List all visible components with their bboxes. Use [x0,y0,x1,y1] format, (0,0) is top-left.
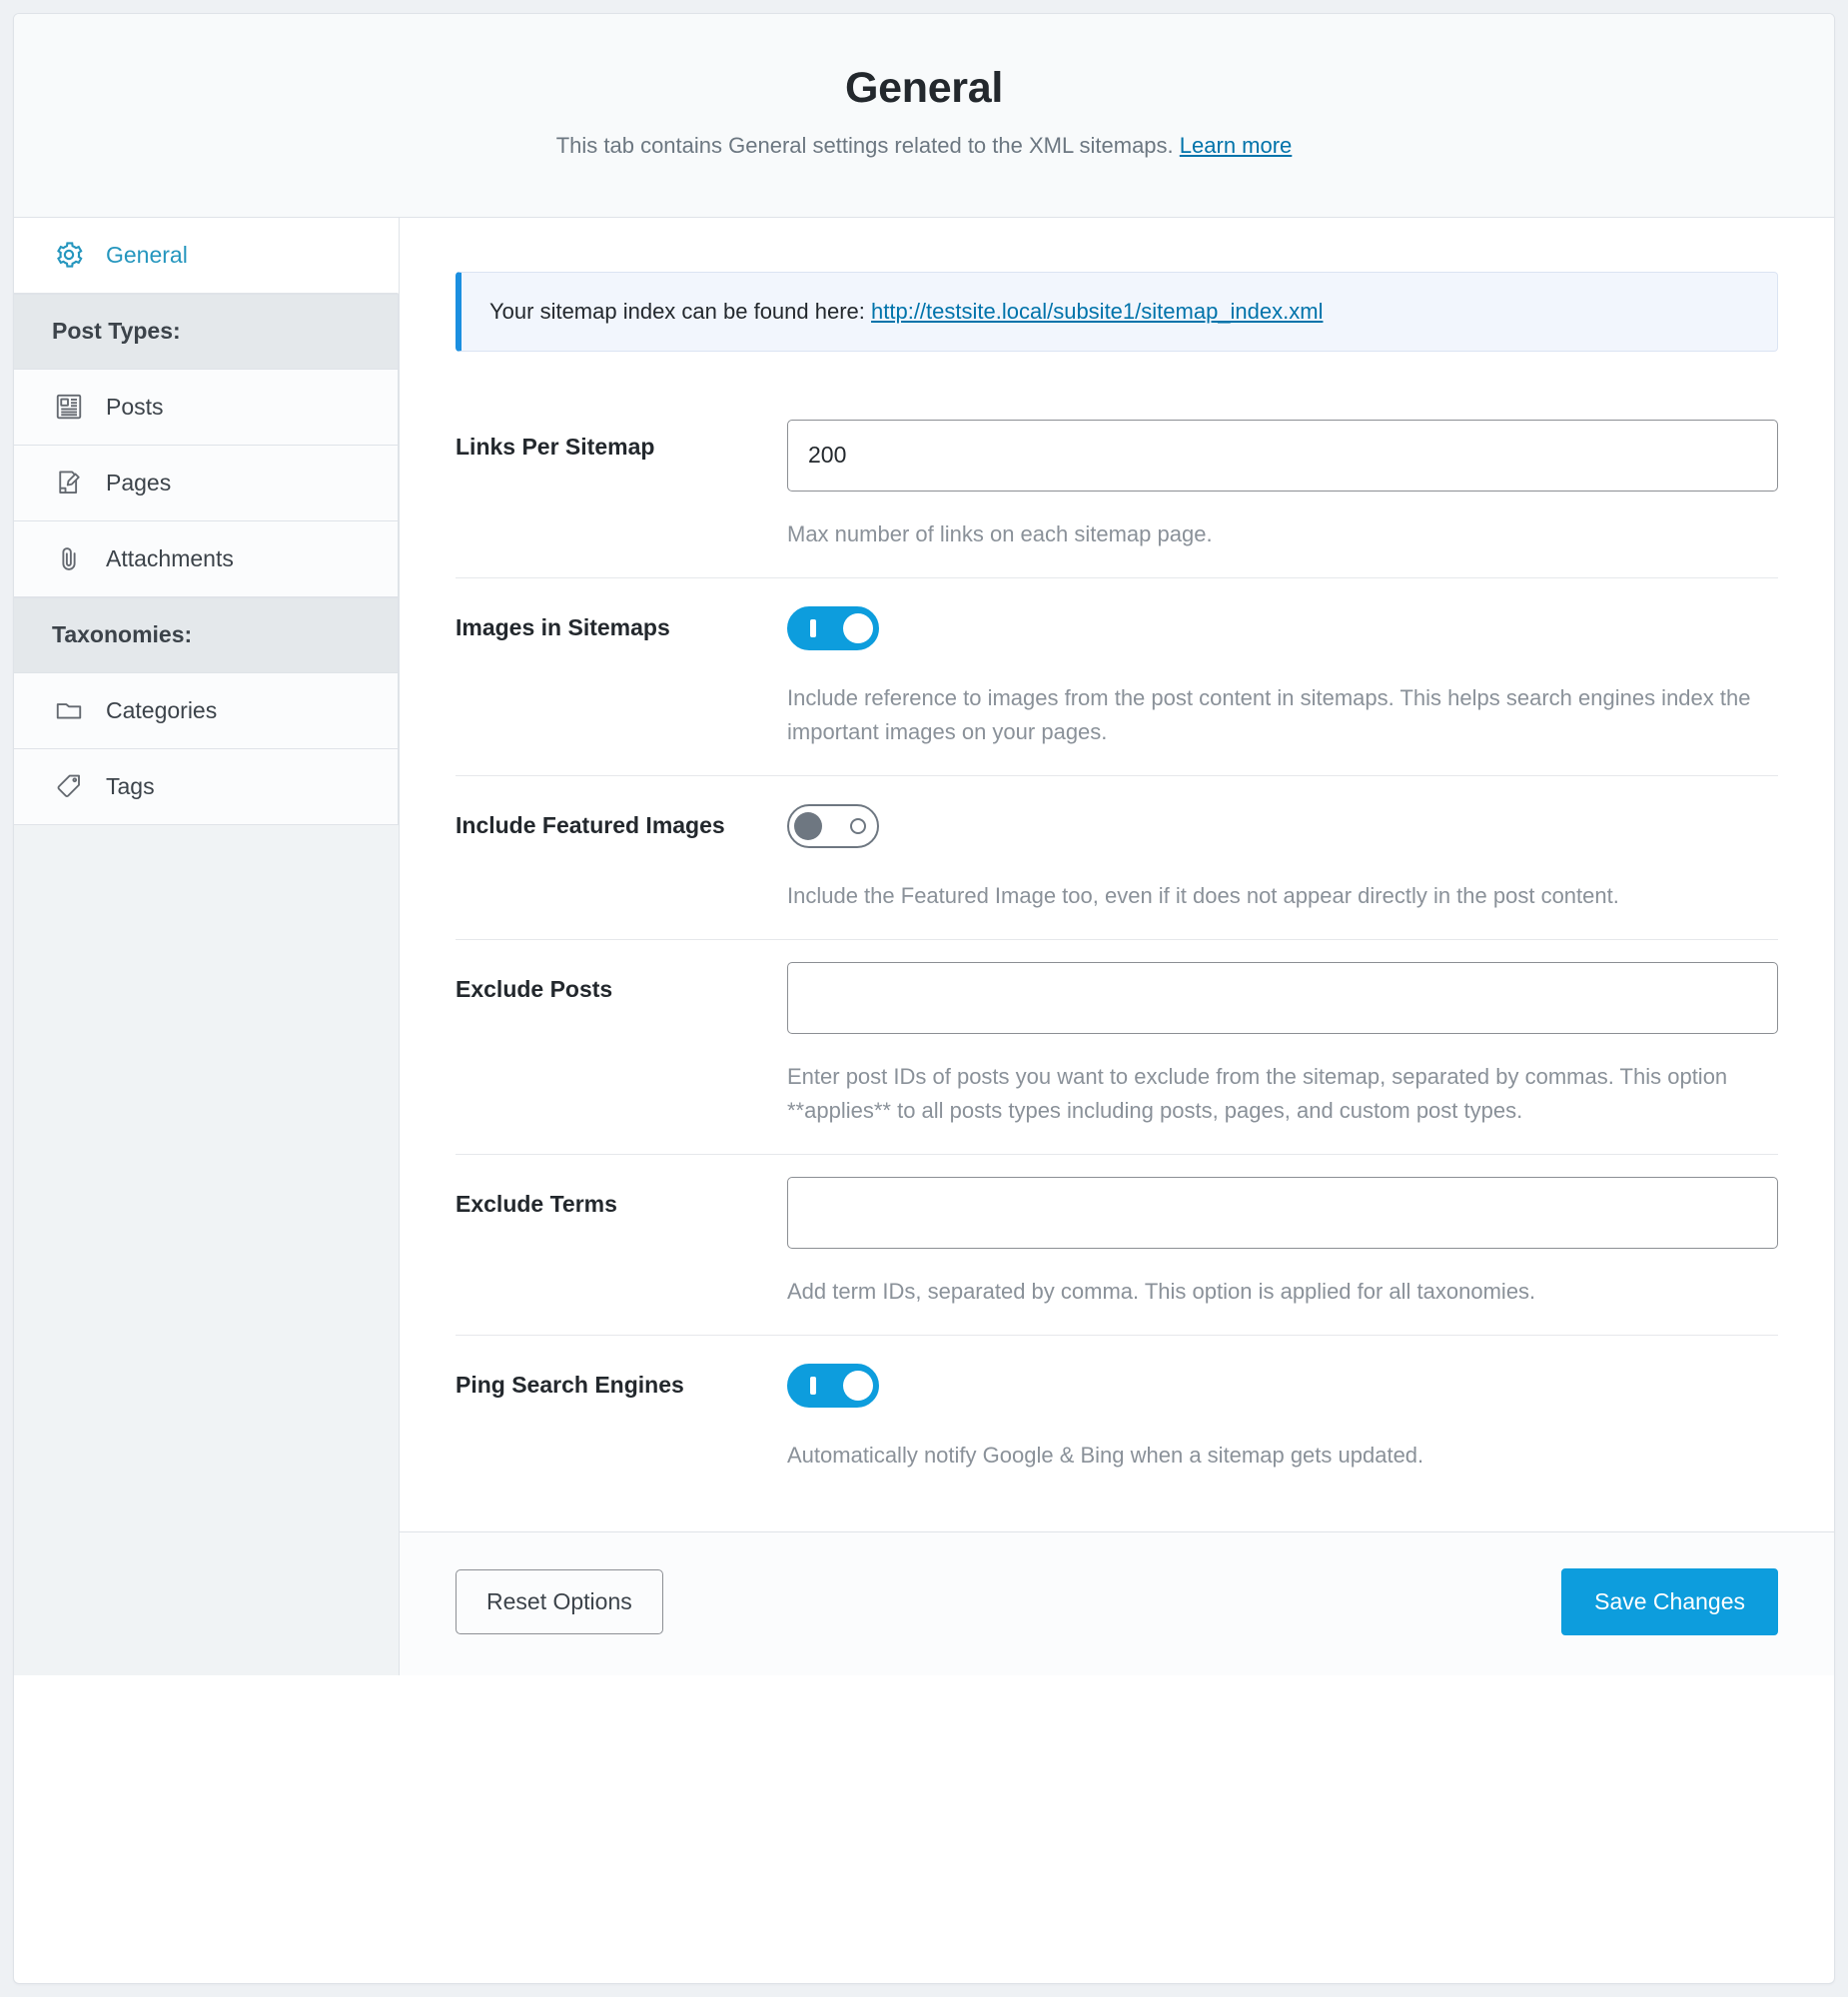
sidebar-item-tags[interactable]: Tags [14,748,399,825]
setting-row-exclude-posts: Exclude Posts Enter post IDs of posts yo… [456,939,1778,1154]
exclude-posts-input[interactable] [787,962,1778,1035]
exclude-terms-input[interactable] [787,1177,1778,1250]
images-in-sitemaps-toggle[interactable] [787,605,879,650]
sidebar-item-pages[interactable]: Pages [14,445,399,521]
setting-field: Max number of links on each sitemap page… [787,419,1778,551]
sitemap-index-notice: Your sitemap index can be found here: ht… [456,271,1778,352]
toggle-knob [794,812,822,841]
sidebar-item-label: Pages [106,469,172,496]
links-per-sitemap-input[interactable] [787,419,1778,492]
sidebar-item-label: Posts [106,393,164,420]
sidebar-item-label: Attachments [106,544,234,571]
setting-field: Add term IDs, separated by comma. This o… [787,1177,1778,1309]
sidebar-item-label: General [106,241,188,268]
sitemap-index-link[interactable]: http://testsite.local/subsite1/sitemap_i… [871,299,1323,325]
setting-row-links-per-sitemap: Links Per Sitemap Max number of links on… [456,398,1778,577]
setting-label: Exclude Terms [456,1191,617,1218]
toggle-knob [843,612,873,643]
toggle-mark [810,618,816,637]
notice-text: Your sitemap index can be found here: [489,298,865,324]
folder-icon [52,693,86,727]
setting-row-images-in-sitemaps: Images in Sitemaps Include reference to … [456,576,1778,775]
page-subtitle: This tab contains General settings relat… [34,131,1814,161]
settings-fields: Your sitemap index can be found here: ht… [400,218,1834,1499]
sidebar-item-general[interactable]: General [14,217,399,294]
settings-card: General This tab contains General settin… [13,13,1835,1984]
setting-label: Ping Search Engines [456,1372,684,1399]
toggle-knob [843,1371,873,1402]
setting-help: Automatically notify Google & Bing when … [787,1443,1424,1469]
sidebar-heading-post-types: Post Types: [14,293,399,370]
tag-icon [52,769,86,803]
settings-sidebar: General Post Types: Posts Pages Attachme… [14,217,400,1675]
setting-help: Include the Featured Image too, even if … [787,883,1619,909]
toggle-mark [850,818,866,835]
settings-content: Your sitemap index can be found here: ht… [400,217,1834,1675]
setting-label: Exclude Posts [456,976,613,1003]
sidebar-item-label: Tags [106,772,155,799]
setting-label: Images in Sitemaps [456,613,670,640]
page-subtitle-text: This tab contains General settings relat… [555,133,1174,159]
paperclip-icon [52,541,86,575]
settings-footer: Reset Options Save Changes [400,1530,1834,1675]
page-header: General This tab contains General settin… [14,14,1834,218]
page-edit-icon [52,466,86,499]
setting-help: Include reference to images from the pos… [787,684,1751,745]
settings-page: General This tab contains General settin… [0,0,1848,1997]
save-changes-button[interactable]: Save Changes [1561,1567,1778,1635]
sidebar-item-posts[interactable]: Posts [14,369,399,446]
setting-row-ping-search-engines: Ping Search Engines Automatically notify… [456,1335,1778,1498]
setting-label: Links Per Sitemap [456,433,655,460]
reset-options-button[interactable]: Reset Options [456,1568,663,1634]
setting-field: Include the Featured Image too, even if … [787,798,1778,913]
ping-search-engines-toggle[interactable] [787,1364,879,1409]
sidebar-item-attachments[interactable]: Attachments [14,520,399,597]
sidebar-item-categories[interactable]: Categories [14,672,399,749]
setting-help: Enter post IDs of posts you want to excl… [787,1064,1728,1124]
setting-field: Include reference to images from the pos… [787,600,1778,749]
sidebar-item-label: Categories [106,696,218,723]
setting-field: Enter post IDs of posts you want to excl… [787,962,1778,1128]
setting-field: Automatically notify Google & Bing when … [787,1358,1778,1473]
settings-body: General Post Types: Posts Pages Attachme… [14,217,1834,1675]
include-featured-images-toggle[interactable] [787,804,879,849]
sidebar-heading-label: Taxonomies: [52,621,193,648]
learn-more-link[interactable]: Learn more [1180,133,1293,158]
sidebar-heading-taxonomies: Taxonomies: [14,596,399,673]
setting-row-exclude-terms: Exclude Terms Add term IDs, separated by… [456,1154,1778,1335]
page-title: General [844,64,1004,112]
setting-help: Add term IDs, separated by comma. This o… [787,1279,1536,1305]
toggle-mark [810,1377,816,1396]
sidebar-heading-label: Post Types: [52,318,181,345]
posts-icon [52,390,86,424]
setting-help: Max number of links on each sitemap page… [787,520,1213,546]
gear-icon [52,238,86,272]
setting-label: Include Featured Images [456,812,725,839]
setting-row-include-featured-images: Include Featured Images Include the Feat… [456,775,1778,939]
